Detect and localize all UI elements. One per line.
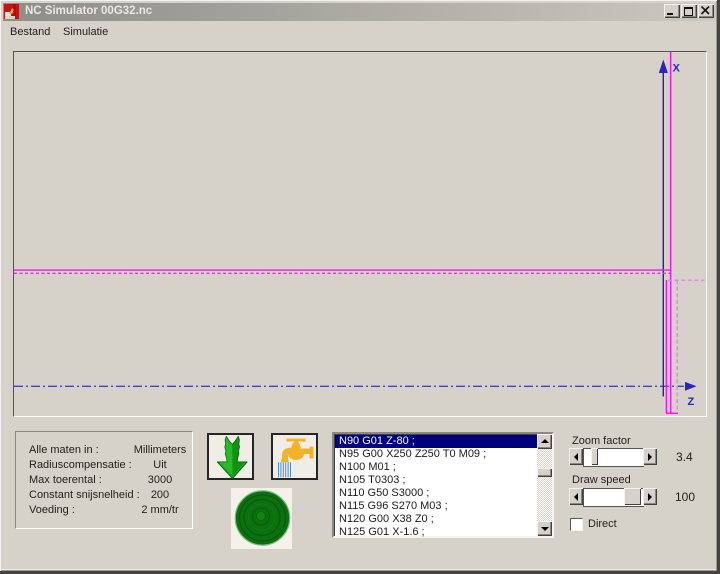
svg-text:X: X xyxy=(673,63,681,75)
svg-text:Z: Z xyxy=(688,396,695,408)
